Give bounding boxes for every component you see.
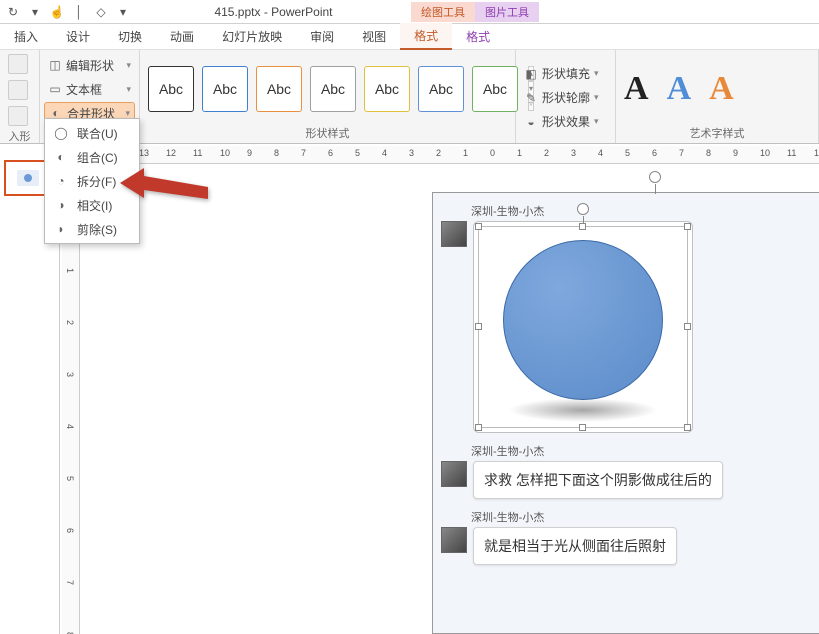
shape-style-preset-5[interactable]: Abc xyxy=(364,66,410,112)
shape-style-preset-4[interactable]: Abc xyxy=(310,66,356,112)
shape-fill-label: 形状填充 xyxy=(542,65,590,82)
tab-format-drawing[interactable]: 格式 xyxy=(400,23,452,50)
qat-more-icon[interactable]: ▾ xyxy=(114,3,132,21)
union-icon: ◯ xyxy=(53,126,69,140)
resize-handle-s[interactable] xyxy=(579,424,586,431)
window-title: 415.pptx - PowerPoint xyxy=(136,5,411,19)
shape-fill-button[interactable]: ◧ 形状填充 ▾ xyxy=(524,63,599,85)
shape-gallery-mini-3[interactable] xyxy=(8,106,28,126)
shape-style-preset-7[interactable]: Abc xyxy=(472,66,518,112)
tab-slideshow[interactable]: 幻灯片放映 xyxy=(208,24,296,49)
chat-username-2: 深圳-生物-小杰 xyxy=(471,443,819,459)
resize-handle-w[interactable] xyxy=(475,323,482,330)
intersect-icon: ◑ xyxy=(53,198,69,212)
resize-handle-ne[interactable] xyxy=(684,223,691,230)
chevron-down-icon: ▾ xyxy=(594,92,599,103)
rotation-handle[interactable] xyxy=(649,171,661,183)
group-label-wordart: 艺术字样式 xyxy=(624,123,810,141)
menu-item-union[interactable]: ◯联合(U) xyxy=(45,121,139,145)
chat-image-bubble[interactable] xyxy=(473,221,693,433)
thumbnail-preview xyxy=(17,170,39,186)
resize-handle-nw[interactable] xyxy=(475,223,482,230)
shape-style-preset-6[interactable]: Abc xyxy=(418,66,464,112)
chat-message-1: 求救 怎样把下面这个阴影做成往后的 xyxy=(473,461,723,499)
group-label-shape-styles: 形状样式 xyxy=(148,123,507,141)
shape-style-preset-1[interactable]: Abc xyxy=(148,66,194,112)
text-box-label: 文本框 xyxy=(66,81,102,98)
chevron-down-icon: ▾ xyxy=(126,60,131,71)
avatar xyxy=(441,461,467,487)
shape-style-preset-3[interactable]: Abc xyxy=(256,66,302,112)
chat-message-2: 就是相当于光从侧面往后照射 xyxy=(473,527,677,565)
menu-item-combine[interactable]: ◐组合(C) xyxy=(45,145,139,169)
shape-effects-label: 形状效果 xyxy=(542,113,590,130)
tab-view[interactable]: 视图 xyxy=(348,24,400,49)
contextual-tab-picture[interactable]: 图片工具 xyxy=(475,2,539,22)
edit-shape-icon: ◫ xyxy=(48,58,62,72)
chevron-down-icon: ▾ xyxy=(594,116,599,127)
shape-tool-icon[interactable]: ◇ xyxy=(92,3,110,21)
resize-handle-se[interactable] xyxy=(684,424,691,431)
tab-review[interactable]: 审阅 xyxy=(296,24,348,49)
shape-outline-button[interactable]: ✎ 形状轮廓 ▾ xyxy=(524,87,599,109)
shape-gallery-mini-2[interactable] xyxy=(8,80,28,100)
slide-object-selected[interactable]: 深圳-生物-小杰 深圳-生物-小杰 求救 xyxy=(432,192,819,634)
combine-icon: ◐ xyxy=(53,150,69,164)
touch-mode-icon[interactable]: ☝ xyxy=(48,3,66,21)
wordart-preset-2[interactable]: A xyxy=(667,70,692,108)
tab-transition[interactable]: 切换 xyxy=(104,24,156,49)
qat-sep: │ xyxy=(70,3,88,21)
avatar xyxy=(441,527,467,553)
chat-username-1: 深圳-生物-小杰 xyxy=(471,203,819,219)
chevron-down-icon: ▾ xyxy=(125,108,130,119)
dropdown-qat-icon[interactable]: ▾ xyxy=(26,3,44,21)
text-box-icon: ▭ xyxy=(48,82,62,96)
wordart-preset-1[interactable]: A xyxy=(624,70,649,108)
chevron-down-icon: ▾ xyxy=(126,84,131,95)
tab-animation[interactable]: 动画 xyxy=(156,24,208,49)
fragment-icon: ◔ xyxy=(53,174,69,188)
resize-handle-e[interactable] xyxy=(684,323,691,330)
subtract-icon: ◗ xyxy=(53,222,69,236)
resize-handle-n[interactable] xyxy=(579,223,586,230)
bucket-icon: ◧ xyxy=(524,67,538,81)
shape-outline-label: 形状轮廓 xyxy=(542,89,590,106)
chevron-down-icon: ▾ xyxy=(594,68,599,79)
shape-style-preset-2[interactable]: Abc xyxy=(202,66,248,112)
text-box-button[interactable]: ▭ 文本框 ▾ xyxy=(44,78,135,100)
horizontal-ruler: 14131211109876543210123456789101112 xyxy=(112,146,819,164)
tab-design[interactable]: 设计 xyxy=(52,24,104,49)
contextual-tab-drawing[interactable]: 绘图工具 xyxy=(411,2,475,22)
wordart-preset-3[interactable]: A xyxy=(709,70,734,108)
avatar xyxy=(441,221,467,247)
pen-icon: ✎ xyxy=(524,91,538,105)
shape-gallery-mini-1[interactable] xyxy=(8,54,28,74)
chat-username-3: 深圳-生物-小杰 xyxy=(471,509,819,525)
edit-shape-label: 编辑形状 xyxy=(66,57,114,74)
tab-format-picture[interactable]: 格式 xyxy=(452,24,504,49)
redo-icon[interactable]: ↻ xyxy=(4,3,22,21)
tab-insert[interactable]: 插入 xyxy=(0,24,52,49)
effects-icon: ◒ xyxy=(524,115,538,129)
resize-handle-sw[interactable] xyxy=(475,424,482,431)
edit-shape-button[interactable]: ◫ 编辑形状 ▾ xyxy=(44,54,135,76)
annotation-arrow xyxy=(120,168,210,221)
rotation-handle-inner[interactable] xyxy=(577,203,589,215)
shape-effects-button[interactable]: ◒ 形状效果 ▾ xyxy=(524,111,599,133)
selection-frame xyxy=(478,226,688,428)
